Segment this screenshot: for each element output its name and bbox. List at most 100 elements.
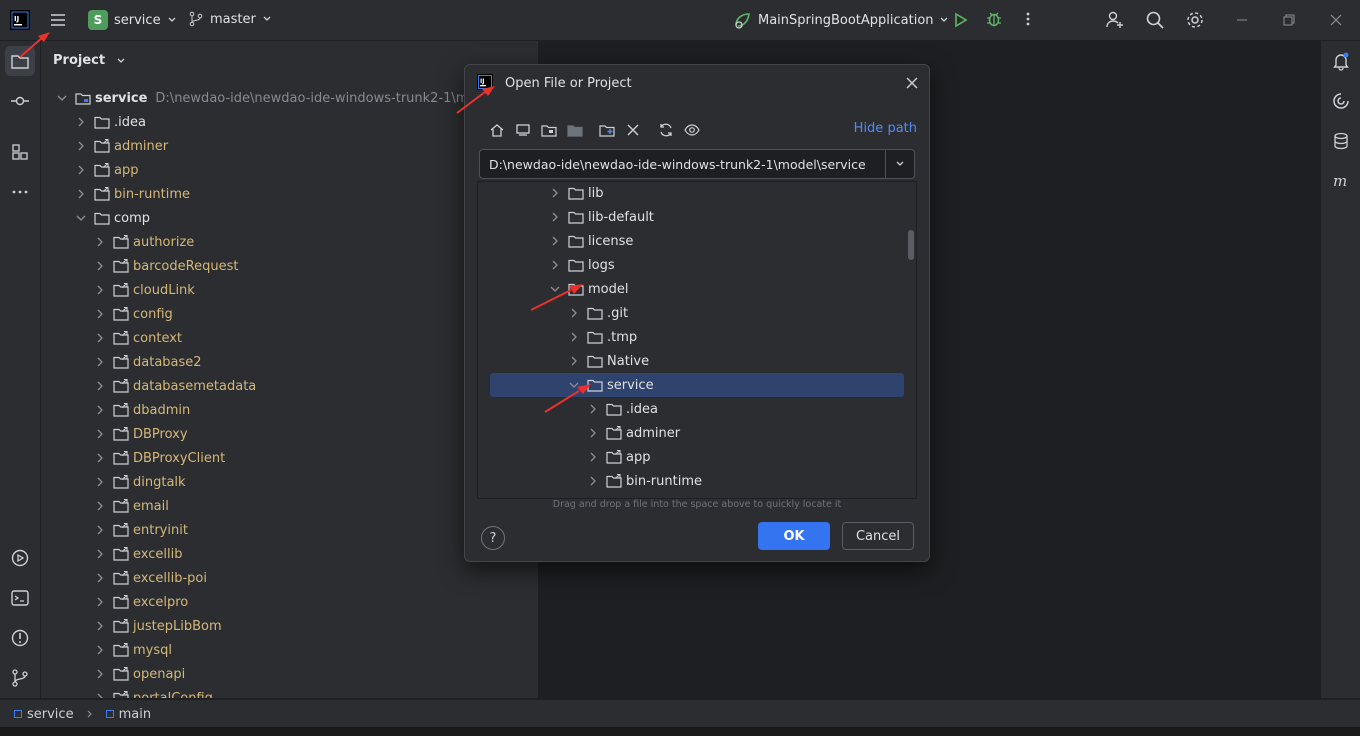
breadcrumb-service[interactable]: service: [27, 707, 74, 722]
file-tree-item[interactable]: logs: [548, 253, 615, 277]
close-window-icon[interactable]: [1329, 13, 1343, 27]
notifications-bell-icon[interactable]: [1329, 49, 1353, 73]
tree-item[interactable]: excelpro: [93, 590, 188, 614]
tree-root-service[interactable]: service D:\newdao-ide\newdao-ide-windows…: [55, 86, 507, 110]
path-history-dropdown[interactable]: [885, 150, 914, 178]
new-folder-icon[interactable]: [597, 120, 617, 140]
search-icon[interactable]: [1145, 10, 1165, 30]
file-tree-item[interactable]: .idea: [586, 397, 658, 421]
services-run-icon[interactable]: [8, 546, 32, 570]
desktop-icon[interactable]: [513, 120, 533, 140]
file-tree-item[interactable]: lib: [548, 182, 603, 205]
minimize-icon[interactable]: [1235, 13, 1249, 27]
branch-switcher[interactable]: master: [188, 11, 272, 27]
tree-item[interactable]: DBProxyClient: [93, 446, 225, 470]
add-user-icon[interactable]: [1105, 10, 1125, 30]
chevron-right-icon: [571, 356, 577, 366]
tree-item[interactable]: database2: [93, 350, 202, 374]
restore-icon[interactable]: [1282, 13, 1296, 27]
linked-module-icon: [113, 618, 129, 633]
cancel-button[interactable]: Cancel: [842, 522, 914, 550]
tree-item[interactable]: databasemetadata: [93, 374, 256, 398]
ai-assistant-icon[interactable]: [1329, 89, 1353, 113]
maven-icon[interactable]: m: [1329, 169, 1353, 193]
project-name: service: [114, 12, 161, 28]
tree-item[interactable]: dingtalk: [93, 470, 186, 494]
tree-item[interactable]: barcodeRequest: [93, 254, 238, 278]
annotation-arrow: [544, 384, 591, 413]
tree-item[interactable]: cloudLink: [93, 278, 195, 302]
tree-item[interactable]: dbadmin: [93, 398, 190, 422]
chevron-right-icon: [97, 525, 103, 535]
terminal-icon[interactable]: [8, 586, 32, 610]
file-tree-item[interactable]: adminer: [586, 421, 680, 445]
git-icon[interactable]: [8, 666, 32, 690]
file-tree-label: bin-runtime: [626, 473, 702, 489]
breadcrumb-main[interactable]: main: [119, 707, 151, 722]
settings-gear-icon[interactable]: [1185, 10, 1205, 30]
file-tree-item[interactable]: lib-default: [548, 205, 654, 229]
problems-icon[interactable]: [8, 626, 32, 650]
file-tree-item[interactable]: .tmp: [567, 325, 637, 349]
tree-item[interactable]: bin-runtime: [74, 182, 190, 206]
tree-item[interactable]: config: [93, 302, 173, 326]
tree-item[interactable]: openapi: [93, 662, 185, 686]
tree-item[interactable]: context: [93, 326, 182, 350]
chevron-right-icon: [97, 573, 103, 583]
structure-icon[interactable]: [8, 140, 32, 164]
tree-item[interactable]: excellib: [93, 542, 182, 566]
tree-item[interactable]: DBProxy: [93, 422, 188, 446]
project-folder-icon[interactable]: [539, 120, 559, 140]
tree-item-label: dingtalk: [133, 474, 186, 490]
delete-icon[interactable]: [623, 120, 643, 140]
tree-item[interactable]: email: [93, 494, 169, 518]
linked-module-icon: [113, 402, 129, 417]
show-hidden-icon[interactable]: [682, 120, 702, 140]
chevron-right-icon: [97, 549, 103, 559]
close-icon[interactable]: [905, 76, 919, 90]
linked-module-icon: [113, 306, 129, 321]
more-tools-icon[interactable]: [8, 180, 32, 204]
chevron-right-icon: [97, 429, 103, 439]
path-field[interactable]: [479, 149, 915, 179]
tree-item[interactable]: authorize: [93, 230, 194, 254]
hide-path-link[interactable]: Hide path: [854, 121, 917, 136]
tree-item[interactable]: app: [74, 158, 138, 182]
file-tree[interactable]: lib lib-default license logs model .git .tmp Na…: [477, 181, 917, 499]
open-file-dialog: IJ Open File or Project Hide path liblib…: [464, 64, 930, 562]
more-actions-icon[interactable]: [1019, 10, 1037, 28]
file-tree-item[interactable]: bin-runtime: [586, 469, 702, 493]
file-tree-item[interactable]: Native: [567, 349, 649, 373]
tree-item[interactable]: justepLibBom: [93, 614, 222, 638]
module-folder-icon[interactable]: [565, 120, 585, 140]
debug-icon[interactable]: [985, 10, 1003, 28]
tree-item-label: app: [114, 162, 139, 178]
tree-item[interactable]: mysql: [93, 638, 172, 662]
tree-item[interactable]: .idea: [74, 110, 146, 134]
file-tree-item[interactable]: license: [548, 229, 633, 253]
project-switcher[interactable]: S service: [88, 10, 177, 30]
home-icon[interactable]: [487, 120, 507, 140]
help-button[interactable]: ?: [481, 526, 505, 550]
tree-item[interactable]: entryinit: [93, 518, 188, 542]
commit-icon[interactable]: [8, 89, 32, 113]
ok-button[interactable]: OK: [758, 522, 830, 550]
run-icon[interactable]: [951, 11, 969, 29]
file-tree-item[interactable]: app: [586, 445, 650, 469]
tree-item[interactable]: excellib-poi: [93, 566, 207, 590]
refresh-icon[interactable]: [656, 120, 676, 140]
database-icon[interactable]: [1329, 129, 1353, 153]
panel-title[interactable]: Project: [53, 53, 126, 68]
tree-item-label: portalConfig: [133, 690, 213, 699]
tree-scrollbar[interactable]: [908, 230, 914, 260]
run-config-selector[interactable]: MainSpringBootApplication: [733, 10, 949, 30]
main-menu-icon[interactable]: [48, 10, 68, 30]
path-input[interactable]: [480, 155, 886, 173]
annotation-arrow: [530, 284, 583, 311]
tree-item[interactable]: adminer: [74, 134, 168, 158]
chevron-down-icon: [57, 95, 67, 101]
tree-item[interactable]: comp: [74, 206, 150, 230]
linked-module-icon: [113, 474, 129, 489]
tree-item[interactable]: portalConfig: [93, 686, 213, 698]
tree-item-label: .idea: [114, 114, 146, 130]
